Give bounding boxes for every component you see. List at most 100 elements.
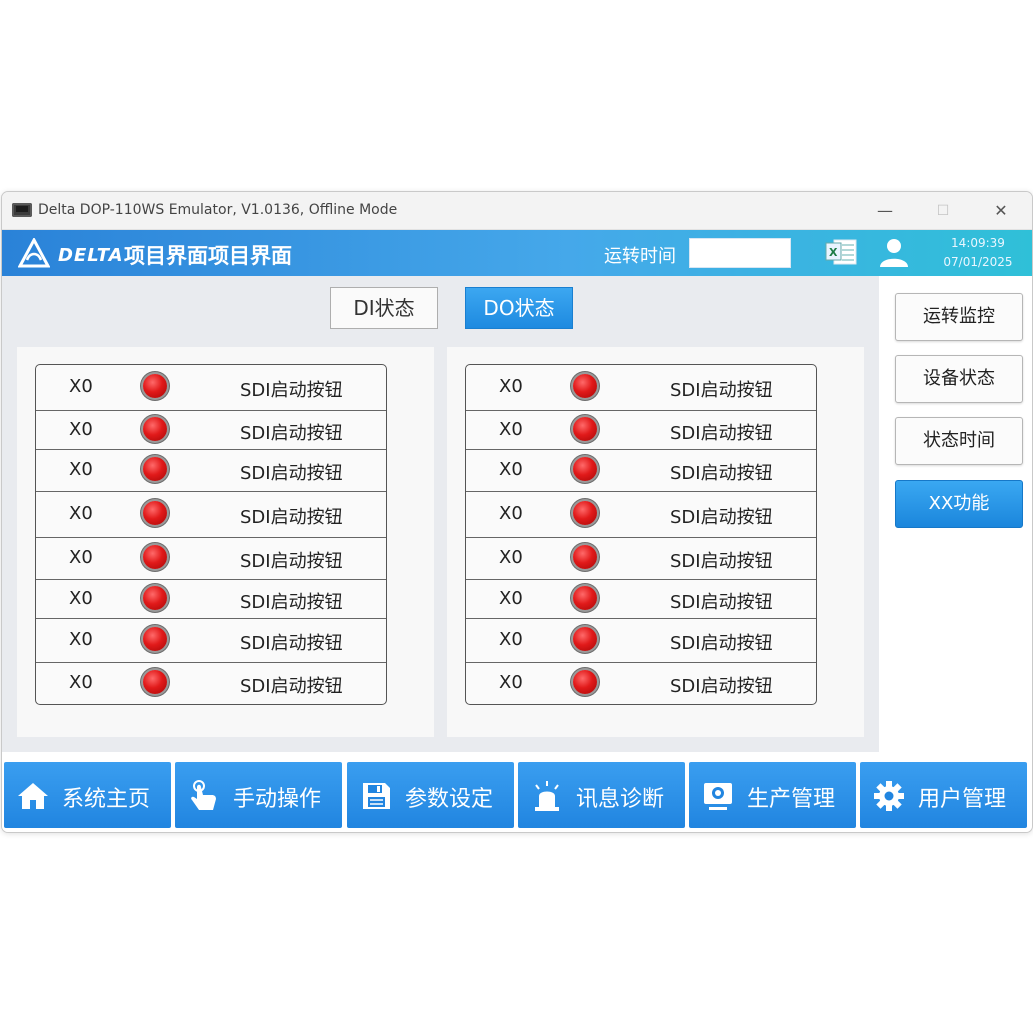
io-address: X0 (69, 419, 93, 440)
status-led-icon (143, 417, 167, 441)
clock: 14:09:39 07/01/2025 (938, 234, 1018, 272)
io-address: X0 (69, 588, 93, 609)
delta-logo: DELTA (17, 236, 123, 268)
io-address: X0 (69, 376, 93, 397)
clock-date: 07/01/2025 (943, 255, 1013, 269)
io-address: X0 (499, 376, 523, 397)
runtime-display (689, 238, 791, 268)
io-row: X0 SDI启动按钮 (466, 365, 816, 411)
status-led-icon (143, 457, 167, 481)
status-led-icon (143, 545, 167, 569)
nav-label: 系统主页 (62, 787, 151, 812)
io-name: SDI启动按钮 (670, 633, 773, 654)
title-bar: Delta DOP-110WS Emulator, V1.0136, Offli… (2, 192, 1032, 230)
maximize-button[interactable]: ☐ (928, 198, 958, 224)
nav-system-home[interactable]: 系统主页 (4, 762, 171, 828)
nav-parameter-settings[interactable]: 参数设定 (347, 762, 514, 828)
status-led-icon (573, 586, 597, 610)
io-name: SDI启动按钮 (240, 551, 343, 572)
io-address: X0 (69, 459, 93, 480)
io-row: X0 SDI启动按钮 (36, 619, 386, 663)
nav-label: 手动操作 (233, 787, 322, 812)
app-icon (12, 203, 32, 217)
io-name: SDI启动按钮 (670, 463, 773, 484)
window-title: Delta DOP-110WS Emulator, V1.0136, Offli… (38, 202, 398, 218)
status-led-icon (573, 457, 597, 481)
alarm-light-icon (535, 781, 559, 811)
io-name: SDI启动按钮 (670, 676, 773, 697)
io-address: X0 (499, 459, 523, 480)
nav-label: 参数设定 (405, 787, 494, 812)
io-name: SDI启动按钮 (670, 592, 773, 613)
nav-label: 用户管理 (918, 787, 1007, 812)
home-icon (18, 783, 48, 809)
monitor-icon (704, 783, 732, 810)
io-row: X0 SDI启动按钮 (466, 492, 816, 538)
app-header: DELTA 项目界面项目界面 运转时间 X 14:09:39 07/01/202… (2, 230, 1032, 276)
status-led-icon (573, 374, 597, 398)
user-icon[interactable] (878, 236, 910, 268)
di-panel: X0 SDI启动按钮 X0 SDI启动按钮 X0 SDI启动按钮 X0 SDI启动按钮 X0 SD… (17, 347, 434, 737)
side-status-time-button[interactable]: 状态时间 (895, 417, 1023, 465)
nav-user-management[interactable]: 用户管理 (860, 762, 1027, 828)
tab-di-status[interactable]: DI状态 (330, 287, 438, 329)
side-device-status-button[interactable]: 设备状态 (895, 355, 1023, 403)
clock-time: 14:09:39 (951, 236, 1005, 250)
io-row: X0 SDI启动按钮 (36, 492, 386, 538)
io-name: SDI启动按钮 (670, 423, 773, 444)
nav-label: 讯息诊断 (576, 787, 665, 812)
io-row: X0 SDI启动按钮 (36, 538, 386, 580)
io-row: X0 SDI启动按钮 (466, 538, 816, 580)
nav-manual-operation[interactable]: 手动操作 (175, 762, 342, 828)
io-row: X0 SDI启动按钮 (466, 411, 816, 450)
logo-text: DELTA (58, 245, 124, 266)
io-row: X0 SDI启动按钮 (466, 580, 816, 619)
io-name: SDI启动按钮 (240, 507, 343, 528)
io-address: X0 (69, 629, 93, 650)
io-row: X0 SDI启动按钮 (36, 411, 386, 450)
io-row: X0 SDI启动按钮 (466, 450, 816, 492)
minimize-button[interactable]: — (870, 198, 900, 224)
excel-export-icon[interactable]: X (824, 237, 858, 267)
delta-logo-icon (17, 236, 51, 268)
io-name: SDI启动按钮 (670, 507, 773, 528)
io-address: X0 (69, 672, 93, 693)
io-name: SDI启动按钮 (670, 380, 773, 401)
tab-do-status[interactable]: DO状态 (465, 287, 573, 329)
io-name: SDI启动按钮 (240, 676, 343, 697)
status-led-icon (573, 627, 597, 651)
io-name: SDI启动按钮 (240, 380, 343, 401)
io-name: SDI启动按钮 (670, 551, 773, 572)
io-name: SDI启动按钮 (240, 592, 343, 613)
status-led-icon (573, 501, 597, 525)
io-name: SDI启动按钮 (240, 463, 343, 484)
io-address: X0 (499, 629, 523, 650)
save-icon (363, 783, 390, 809)
side-run-monitor-button[interactable]: 运转监控 (895, 293, 1023, 341)
io-address: X0 (499, 672, 523, 693)
io-row: X0 SDI启动按钮 (466, 663, 816, 703)
status-led-icon (143, 374, 167, 398)
io-address: X0 (499, 547, 523, 568)
side-xx-function-button[interactable]: XX功能 (895, 480, 1023, 528)
status-led-icon (143, 670, 167, 694)
io-address: X0 (499, 588, 523, 609)
close-button[interactable]: ✕ (986, 198, 1016, 224)
status-led-icon (573, 417, 597, 441)
io-row: X0 SDI启动按钮 (36, 365, 386, 411)
do-table: X0 SDI启动按钮 X0 SDI启动按钮 X0 SDI启动按钮 X0 SDI启动按钮 X0 SD… (465, 364, 817, 705)
emulator-window: Delta DOP-110WS Emulator, V1.0136, Offli… (1, 191, 1033, 833)
io-name: SDI启动按钮 (240, 423, 343, 444)
nav-production-management[interactable]: 生产管理 (689, 762, 856, 828)
status-led-icon (573, 670, 597, 694)
status-led-icon (143, 501, 167, 525)
nav-message-diagnosis[interactable]: 讯息诊断 (518, 762, 685, 828)
io-row: X0 SDI启动按钮 (36, 580, 386, 619)
status-led-icon (573, 545, 597, 569)
svg-text:X: X (829, 246, 838, 259)
io-address: X0 (499, 419, 523, 440)
io-address: X0 (499, 503, 523, 524)
di-table: X0 SDI启动按钮 X0 SDI启动按钮 X0 SDI启动按钮 X0 SDI启动按钮 X0 SD… (35, 364, 387, 705)
do-panel: X0 SDI启动按钮 X0 SDI启动按钮 X0 SDI启动按钮 X0 SDI启动按钮 X0 SD… (447, 347, 864, 737)
gear-icon (874, 781, 904, 811)
